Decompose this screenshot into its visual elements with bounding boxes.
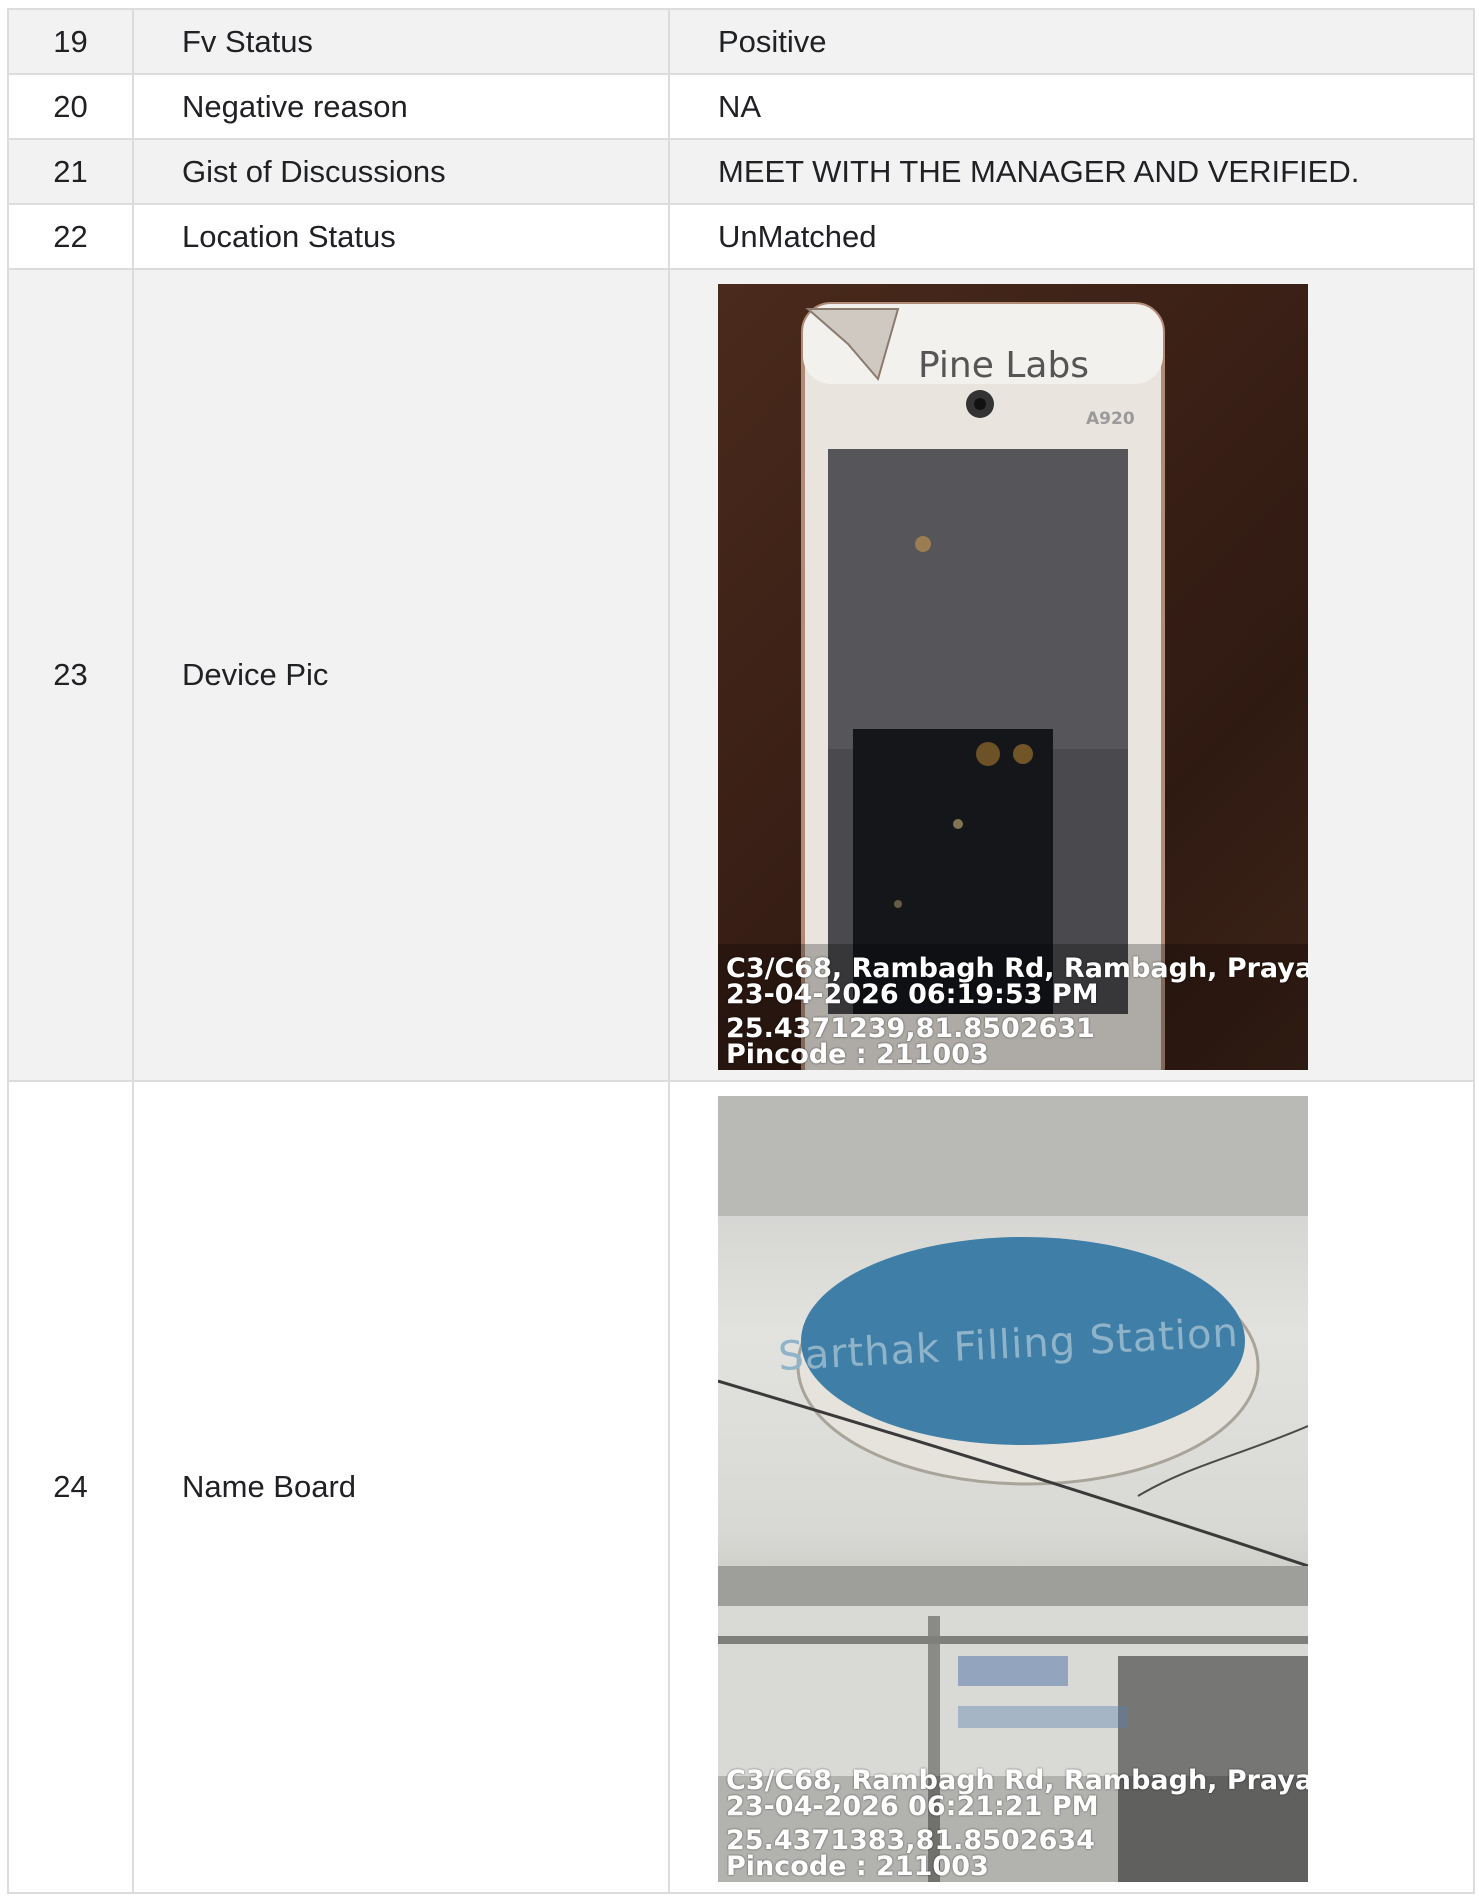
device-model-text: A920 [1086,409,1135,429]
row-value: Positive [668,8,1475,75]
row-value: MEET WITH THE MANAGER AND VERIFIED. [668,138,1475,205]
verification-table: 19 Fv Status Positive 20 Negative reason… [7,8,1475,1894]
row-value: NA [668,73,1475,140]
row-label: Negative reason [132,73,670,140]
table-row: 23 Device Pic Pine Labs A920 C3/C68, Ram… [7,268,1475,1082]
device-brand-text: Pine Labs [918,345,1090,386]
row-label: Location Status [132,203,670,270]
row-value: UnMatched [668,203,1475,270]
row-number: 23 [7,268,134,1082]
row-number: 20 [7,73,134,140]
row-number: 24 [7,1080,134,1894]
row-number: 22 [7,203,134,270]
row-value: Pine Labs A920 C3/C68, Rambagh Rd, Ramba… [668,268,1475,1082]
table-row: 19 Fv Status Positive [7,8,1475,75]
row-label: Gist of Discussions [132,138,670,205]
geotag-pincode: Pincode : 211003 [726,1039,989,1070]
table-row: 22 Location Status UnMatched [7,203,1475,270]
geotag-pincode: Pincode : 211003 [726,1851,989,1882]
table-row: 20 Negative reason NA [7,73,1475,140]
row-label: Fv Status [132,8,670,75]
row-label: Device Pic [132,268,670,1082]
row-value: Sarthak Filling Station C3/C68, Rambagh … [668,1080,1475,1894]
name-board-photo[interactable]: Sarthak Filling Station C3/C68, Rambagh … [718,1096,1308,1882]
geotag-datetime: 23-04-2026 06:21:21 PM [726,1791,1099,1822]
row-label: Name Board [132,1080,670,1894]
row-number: 19 [7,8,134,75]
row-number: 21 [7,138,134,205]
geotag-datetime: 23-04-2026 06:19:53 PM [726,979,1099,1010]
photo-geotag-overlay: C3/C68, Rambagh Rd, Rambagh, Prayagraj, … [726,955,1308,1070]
table-row: 21 Gist of Discussions MEET WITH THE MAN… [7,138,1475,205]
device-photo[interactable]: Pine Labs A920 C3/C68, Rambagh Rd, Ramba… [718,284,1308,1070]
table-row: 24 Name Board Sarthak Filling Station C3… [7,1080,1475,1894]
photo-geotag-overlay: C3/C68, Rambagh Rd, Rambagh, Prayagraj, … [726,1767,1308,1882]
